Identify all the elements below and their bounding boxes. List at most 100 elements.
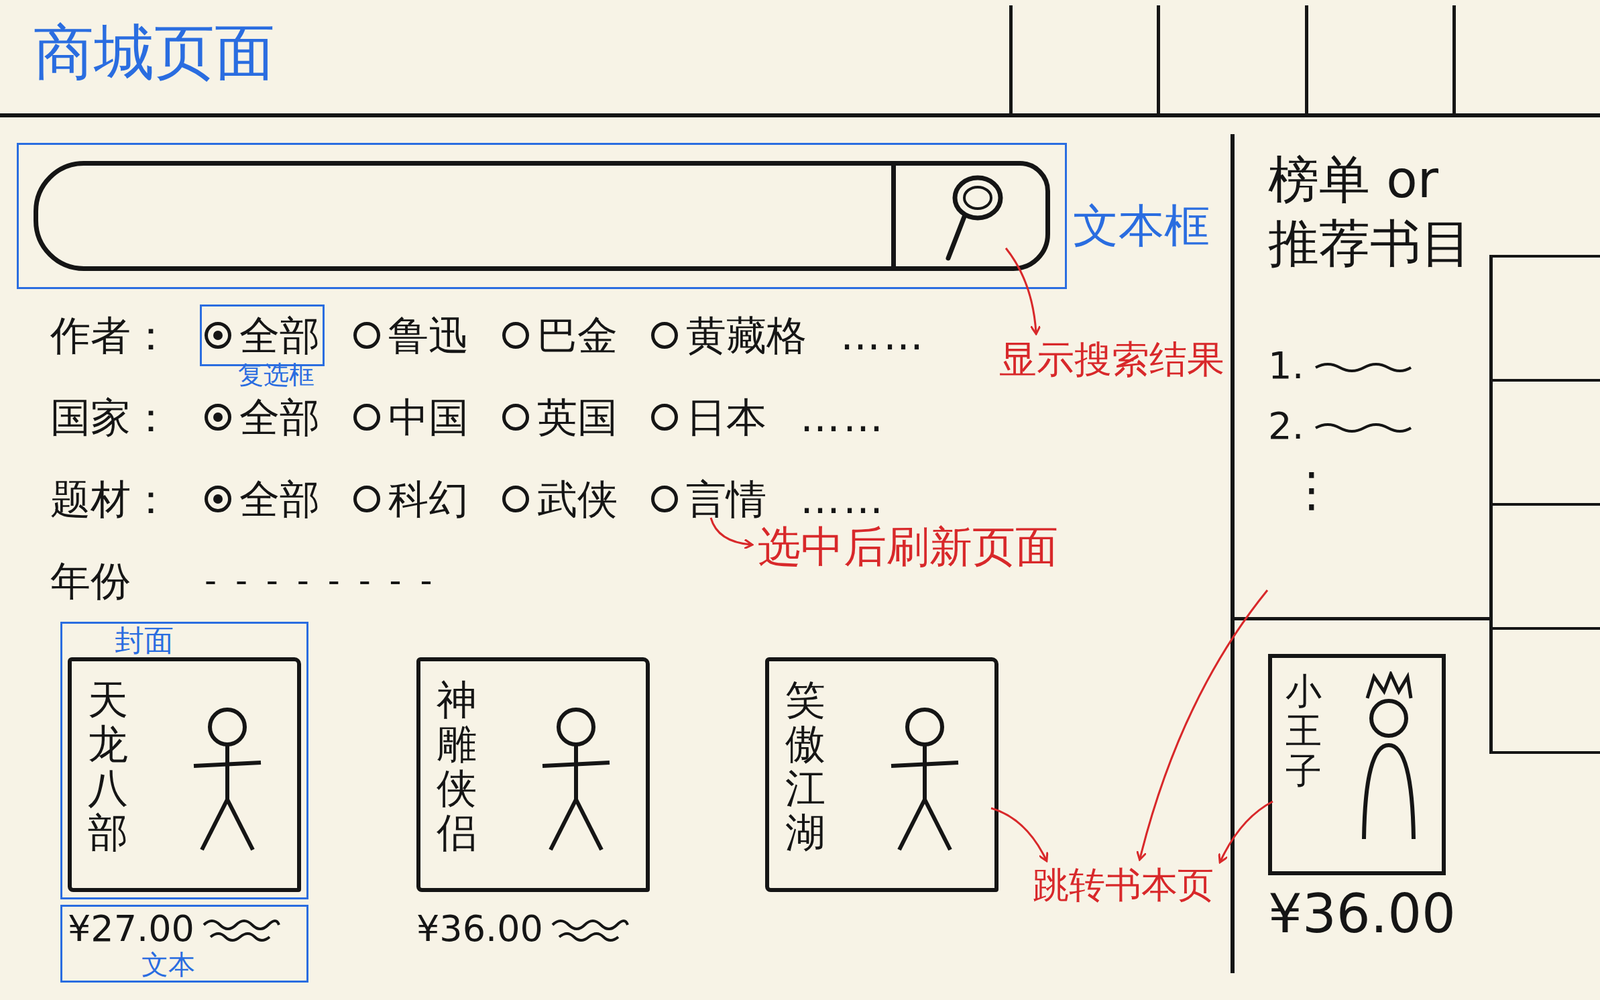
book-price: ¥36.00 (1268, 881, 1490, 947)
cover-note-slot (416, 623, 650, 658)
price-annotation-box: ¥36.00 (409, 904, 658, 953)
filter-option[interactable]: 科幻 (353, 472, 469, 526)
arrow-icon (1220, 801, 1273, 862)
book-cover[interactable]: 神雕侠侣 (416, 657, 650, 892)
arrows (0, 0, 1600, 1000)
top-bar: 商城页面 (0, 0, 1600, 118)
book-cover[interactable]: 天龙八部 (67, 657, 302, 892)
filter-option[interactable]: 全部 复选框 (204, 309, 320, 362)
panel-row (1492, 257, 1600, 382)
page-title: 商城页面 (0, 0, 1010, 114)
option-label: 全部 (239, 472, 320, 526)
search-annotation-box (16, 142, 1067, 290)
filter-option[interactable]: 言情 (651, 472, 767, 526)
more-options[interactable]: …… (800, 472, 886, 526)
more-options[interactable]: …… (800, 390, 886, 444)
rank-item[interactable]: 1. (1268, 335, 1490, 396)
radio[interactable] (204, 403, 232, 431)
radio[interactable] (502, 485, 530, 513)
filter-option[interactable]: 全部 (204, 472, 320, 526)
person-icon (173, 698, 281, 860)
filter-label: 年份 (50, 554, 171, 607)
book-cover[interactable]: 笑傲江湖 (765, 657, 999, 892)
more-options[interactable]: …… (840, 309, 927, 362)
arrow-icon (1139, 590, 1268, 859)
book-title: 天龙八部 (87, 677, 129, 855)
arrow-icon (1005, 248, 1037, 333)
cover-annotation-box: 封面 天龙八部 (60, 621, 309, 900)
option-label: 武侠 (537, 472, 618, 526)
shop-page: 商城页面 作者： 全部 复选框 鲁迅 巴金 黄藏格 …… 国家： 全部 中国 英国… (0, 0, 1600, 1000)
sidebar: 榜单 or 推荐书目 1. 2. ⋮ 小王子 ¥36.00 (1230, 134, 1600, 974)
filter-option[interactable]: 黄藏格 (651, 309, 807, 362)
prince-icon (1343, 671, 1432, 846)
squiggle-icon (201, 913, 282, 944)
nav-item[interactable] (1009, 5, 1157, 114)
cover-annotation-box: 笑傲江湖 (757, 621, 1006, 900)
panel-row (1492, 629, 1600, 754)
book-cover[interactable]: 小王子 (1268, 653, 1446, 876)
squiggle-icon (1312, 355, 1414, 376)
radio[interactable] (204, 321, 232, 349)
annotation: 显示搜索结果 (999, 338, 1225, 381)
option-label: 科幻 (388, 472, 469, 526)
filter-option[interactable]: 巴金 (502, 309, 618, 362)
radio[interactable] (353, 485, 381, 513)
book-card[interactable]: 笑傲江湖 (757, 621, 1006, 900)
squiggle-icon (549, 913, 631, 944)
radio[interactable] (353, 403, 381, 431)
price-annotation-box: ¥27.00 文本 (60, 904, 309, 983)
radio[interactable] (651, 403, 678, 431)
option-label: 黄藏格 (686, 309, 807, 362)
rank-list: 1. 2. ⋮ (1268, 335, 1490, 524)
rank-number: ⋮ (1288, 455, 1336, 524)
ranking: 榜单 or 推荐书目 1. 2. ⋮ 小王子 ¥36.00 (1234, 134, 1490, 974)
radio[interactable] (651, 321, 678, 349)
book-card[interactable]: 神雕侠侣 ¥36.00 (409, 621, 658, 953)
filter-option[interactable]: 鲁迅 (353, 309, 469, 362)
arrow-icon (710, 517, 752, 545)
book-card[interactable]: 封面 天龙八部 ¥27.00 文本 (60, 621, 309, 983)
filter-option[interactable]: 武侠 (502, 472, 618, 526)
book-price: ¥36.00 (416, 907, 544, 950)
option-label: 全部 (239, 390, 320, 444)
rank-item[interactable]: 2. (1268, 395, 1490, 456)
option-label: 鲁迅 (388, 309, 469, 362)
radio[interactable] (353, 321, 381, 349)
filter-row: 题材： 全部 科幻 武侠 言情 …… (50, 472, 1231, 526)
radio[interactable] (502, 403, 530, 431)
cover-annotation-box: 神雕侠侣 (409, 621, 658, 900)
filter-label: 国家： (50, 390, 171, 444)
price-row: ¥27.00 (67, 907, 302, 950)
option-label: 巴金 (537, 309, 618, 362)
magnifier-icon (930, 165, 1012, 267)
option-label: 日本 (686, 390, 767, 444)
filter-option[interactable]: 全部 (204, 390, 320, 444)
radio[interactable] (502, 321, 530, 349)
nav-bar (1009, 0, 1600, 114)
filter-label: 作者： (50, 309, 171, 362)
person-icon (522, 698, 630, 860)
sidebar-title: 榜单 or 推荐书目 (1268, 147, 1483, 275)
annotation: 文本 (67, 949, 302, 980)
nav-item[interactable] (1156, 5, 1305, 114)
filter-option[interactable]: 英国 (502, 390, 618, 444)
filter-label: 题材： (50, 472, 171, 526)
year-options[interactable]: - - - - - - - - (204, 554, 437, 607)
radio[interactable] (651, 485, 678, 513)
search-button[interactable] (891, 165, 1046, 267)
rank-item[interactable]: ⋮ (1268, 455, 1490, 524)
radio[interactable] (204, 485, 232, 513)
nav-item[interactable] (1452, 5, 1600, 114)
nav-item[interactable] (1304, 5, 1453, 114)
filter-option[interactable]: 中国 (353, 390, 469, 444)
filter-option[interactable]: 日本 (651, 390, 767, 444)
search-input[interactable] (38, 165, 892, 267)
book-title: 小王子 (1285, 671, 1322, 791)
cover-note-slot: 封面 (67, 623, 302, 658)
option-label: 英国 (537, 390, 618, 444)
recommended-book[interactable]: 小王子 ¥36.00 (1234, 616, 1490, 947)
annotation: 选中后刷新页面 (757, 523, 1059, 570)
option-label: 全部 (239, 309, 320, 362)
option-label: 中国 (388, 390, 469, 444)
